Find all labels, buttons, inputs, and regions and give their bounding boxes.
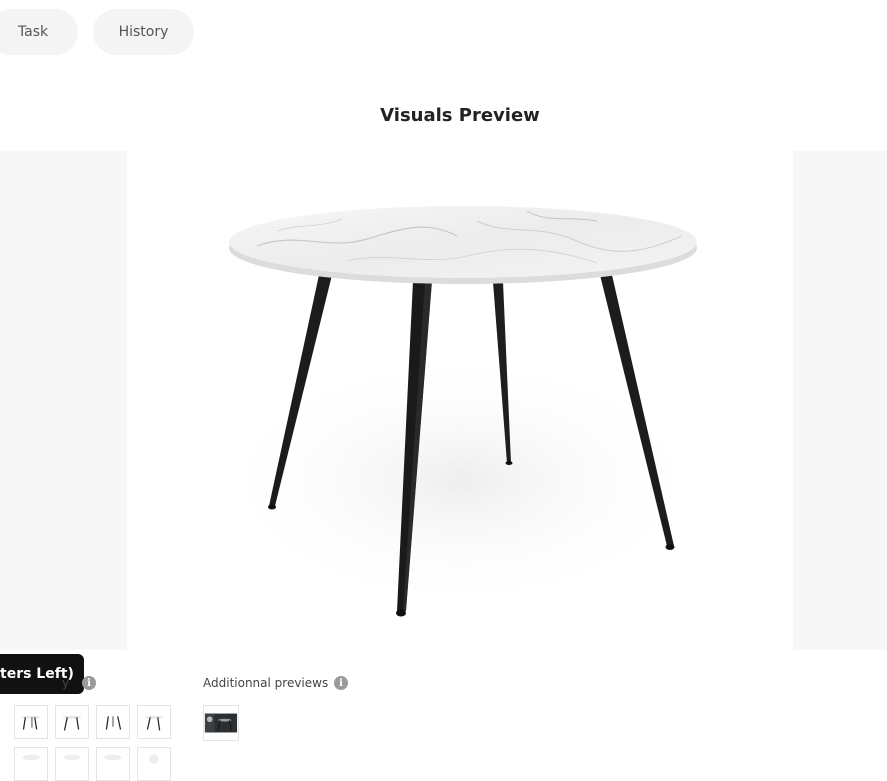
- gallery-thumbnail[interactable]: [14, 705, 48, 739]
- info-glyph: i: [87, 677, 91, 689]
- gallery-thumbnail[interactable]: [137, 747, 171, 781]
- tab-history-label: History: [118, 24, 169, 40]
- tab-task-label: Task: [17, 24, 49, 40]
- preview-image[interactable]: [127, 151, 793, 650]
- gallery-thumbnail[interactable]: [55, 705, 89, 739]
- gallery-thumbnail[interactable]: [137, 705, 171, 739]
- info-glyph: i: [339, 677, 343, 689]
- gallery-thumbnail[interactable]: [14, 747, 48, 781]
- additional-preview-thumbnail[interactable]: [203, 705, 239, 741]
- gallery-label: y: [62, 676, 70, 690]
- tab-history[interactable]: History: [93, 9, 194, 55]
- info-icon[interactable]: i: [334, 676, 348, 690]
- tab-task[interactable]: Task: [0, 9, 78, 55]
- gallery-thumbnail[interactable]: [96, 705, 130, 739]
- gallery-thumbnail[interactable]: [55, 747, 89, 781]
- page-title: Visuals Preview: [380, 105, 540, 126]
- additional-previews-label: Additionnal previews: [203, 676, 329, 690]
- table-illustration: [211, 206, 711, 617]
- gallery-thumbnail[interactable]: [96, 747, 130, 781]
- tooltip: ters Left): [0, 654, 84, 694]
- info-icon[interactable]: i: [82, 676, 96, 690]
